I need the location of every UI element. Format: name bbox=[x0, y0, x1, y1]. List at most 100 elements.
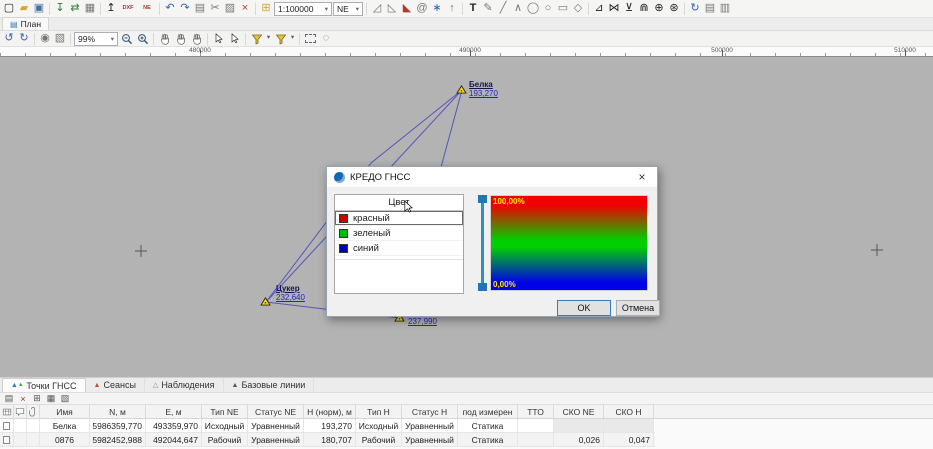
copy-icon[interactable]: ▤ bbox=[193, 1, 207, 16]
pan-hand-icon[interactable] bbox=[157, 32, 172, 46]
zoom-out-icon[interactable] bbox=[119, 32, 134, 46]
color-row-green[interactable]: зеленый bbox=[335, 226, 463, 241]
comment-cell[interactable] bbox=[14, 433, 27, 446]
attachment-cell[interactable] bbox=[27, 433, 40, 446]
paste-icon[interactable]: ▨ bbox=[223, 1, 237, 16]
save-icon[interactable]: ▣ bbox=[32, 1, 46, 16]
cell-method[interactable]: Статика bbox=[458, 419, 518, 432]
arrow-up-icon[interactable]: ↑ bbox=[445, 1, 459, 16]
circle-tool-icon[interactable]: ○ bbox=[541, 1, 555, 16]
refresh-view-icon[interactable]: ↺ bbox=[2, 31, 16, 46]
column-header-type-h[interactable]: Тип H bbox=[356, 405, 402, 418]
pencil-tool-icon[interactable]: ✎ bbox=[481, 1, 495, 16]
cell-h[interactable]: 180,707 bbox=[304, 433, 356, 446]
filter-2-dropdown-icon[interactable]: ▾ bbox=[289, 31, 296, 46]
rectangle-tool-icon[interactable]: ▭ bbox=[556, 1, 570, 16]
cell-sko-ne[interactable]: 0,026 bbox=[554, 433, 604, 446]
attachment-cell[interactable] bbox=[27, 419, 40, 432]
text-tool-icon[interactable]: T bbox=[466, 1, 480, 16]
point-tool-2-icon[interactable]: ⋈ bbox=[607, 1, 621, 16]
tab-observations[interactable]: △ Наблюдения bbox=[145, 378, 224, 392]
redo-icon[interactable]: ↷ bbox=[178, 1, 192, 16]
cell-sko-h[interactable]: 0,047 bbox=[604, 433, 654, 446]
table-export-icon[interactable]: ▧ bbox=[59, 393, 71, 404]
tab-gnss-points[interactable]: ▲ ▲ Точки ГНСС bbox=[2, 378, 86, 392]
lasso-select-icon[interactable]: ◌ bbox=[319, 31, 333, 46]
new-document-icon[interactable]: ▢ bbox=[2, 1, 16, 16]
dialog-title-bar[interactable]: КРЕДО ГНСС × bbox=[327, 167, 657, 188]
polygon-tool-icon[interactable]: ◇ bbox=[571, 1, 585, 16]
slider-top-handle[interactable] bbox=[478, 195, 487, 203]
cell-type-ne[interactable]: Рабочий bbox=[202, 433, 248, 446]
open-folder-icon[interactable]: ▰ bbox=[17, 1, 31, 16]
zoom-combo[interactable]: 99% ▾ bbox=[74, 32, 118, 46]
cell-method[interactable]: Статика bbox=[458, 433, 518, 446]
ellipse-tool-icon[interactable]: ◯ bbox=[526, 1, 540, 16]
cell-status-ne[interactable]: Уравненный bbox=[248, 433, 304, 446]
export-ne-icon[interactable]: NE bbox=[138, 1, 156, 16]
point-tool-5-icon[interactable]: ⊕ bbox=[652, 1, 666, 16]
coord-system-combo[interactable]: NE ▾ bbox=[333, 2, 363, 16]
cell-tto[interactable] bbox=[518, 419, 554, 432]
cell-e[interactable]: 492044,647 bbox=[146, 433, 202, 446]
point-marker-belka[interactable] bbox=[456, 85, 467, 94]
properties-icon[interactable]: ▧ bbox=[53, 31, 67, 46]
table-view-icon[interactable]: ▦ bbox=[45, 393, 57, 404]
panel-b-icon[interactable]: ▥ bbox=[718, 1, 732, 16]
cell-type-h[interactable]: Исходный bbox=[356, 419, 402, 432]
pan-drag-icon[interactable] bbox=[173, 32, 188, 46]
rect-select-icon[interactable] bbox=[303, 32, 318, 46]
ok-button[interactable]: OK bbox=[557, 300, 611, 316]
tab-sessions[interactable]: ▲ Сеансы bbox=[86, 378, 145, 392]
tab-baselines[interactable]: ▲ Базовые линии bbox=[224, 378, 315, 392]
delete-icon[interactable]: × bbox=[238, 1, 252, 16]
attachment-column-header[interactable] bbox=[27, 405, 40, 418]
snap-a-icon[interactable]: ◿ bbox=[370, 1, 384, 16]
comment-cell[interactable] bbox=[14, 419, 27, 432]
point-marker-cuker[interactable] bbox=[260, 297, 271, 306]
close-icon[interactable]: × bbox=[634, 170, 650, 184]
column-header-sko-ne[interactable]: СКО NE bbox=[554, 405, 604, 418]
cell-status-ne[interactable]: Уравненный bbox=[248, 419, 304, 432]
panel-a-icon[interactable]: ▤ bbox=[703, 1, 717, 16]
table-row-belka[interactable]: Белка 5986359,770 493359,970 Исходный Ур… bbox=[0, 419, 655, 433]
row-checkbox[interactable] bbox=[3, 422, 10, 430]
grid-settings-icon[interactable]: ⊞ bbox=[259, 1, 273, 16]
select-cursor-icon[interactable] bbox=[211, 32, 226, 46]
table-menu-icon[interactable]: ▤ bbox=[3, 393, 15, 404]
cell-tto[interactable] bbox=[518, 433, 554, 446]
import-raster-icon[interactable]: ▦ bbox=[83, 1, 97, 16]
cut-icon[interactable]: ✂ bbox=[208, 1, 222, 16]
table-row-0876[interactable]: 0876 5982452,988 492044,647 Рабочий Урав… bbox=[0, 433, 655, 447]
column-header-tto[interactable]: ТТО bbox=[518, 405, 554, 418]
flag-icon[interactable]: ◣ bbox=[400, 1, 414, 16]
zoom-in-icon[interactable] bbox=[135, 32, 150, 46]
table-delete-icon[interactable]: × bbox=[17, 393, 29, 404]
filter-dropdown-icon[interactable]: ▾ bbox=[265, 31, 272, 46]
cell-status-h[interactable]: Уравненный bbox=[402, 419, 458, 432]
cancel-button[interactable]: Отмена bbox=[616, 300, 660, 316]
select-column-header[interactable] bbox=[0, 405, 14, 418]
cell-n[interactable]: 5982452,988 bbox=[90, 433, 146, 446]
column-header-e[interactable]: E, м bbox=[146, 405, 202, 418]
gradient-range-slider[interactable] bbox=[478, 195, 487, 291]
import-gnss-icon[interactable]: ↧ bbox=[53, 1, 67, 16]
color-row-blue[interactable]: синий bbox=[335, 241, 463, 256]
column-header-type-ne[interactable]: Тип NE bbox=[202, 405, 248, 418]
column-header-method[interactable]: под измерен bbox=[458, 405, 518, 418]
export-doc-icon[interactable]: ↥ bbox=[104, 1, 118, 16]
column-header-status-ne[interactable]: Статус NE bbox=[248, 405, 304, 418]
cell-type-ne[interactable]: Исходный bbox=[202, 419, 248, 432]
cell-sko-h[interactable] bbox=[604, 419, 654, 432]
user-edit-icon[interactable]: ◉ bbox=[38, 31, 52, 46]
column-header-h[interactable]: H (норм), м bbox=[304, 405, 356, 418]
snap-b-icon[interactable]: ◺ bbox=[385, 1, 399, 16]
slider-bottom-handle[interactable] bbox=[478, 283, 487, 291]
redraw-icon[interactable]: ↻ bbox=[17, 31, 31, 46]
pan-info-icon[interactable] bbox=[189, 32, 204, 46]
column-header-name[interactable]: Имя bbox=[40, 405, 90, 418]
filter-icon[interactable] bbox=[249, 32, 264, 46]
cell-h[interactable]: 193,270 bbox=[304, 419, 356, 432]
color-row-red[interactable]: красный bbox=[335, 211, 463, 226]
filter-2-icon[interactable] bbox=[273, 32, 288, 46]
